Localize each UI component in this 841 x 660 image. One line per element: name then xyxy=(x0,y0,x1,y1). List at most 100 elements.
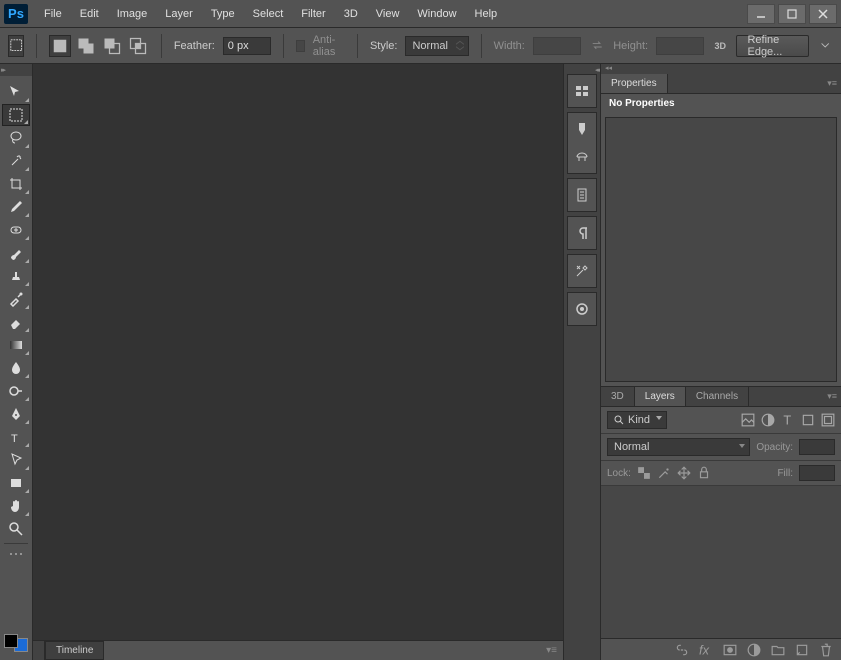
blur-tool[interactable] xyxy=(2,357,30,379)
filter-pixel-icon[interactable] xyxy=(741,413,755,427)
adjustment-layer-icon[interactable] xyxy=(747,643,761,657)
filter-shape-icon[interactable] xyxy=(801,413,815,427)
menu-layer[interactable]: Layer xyxy=(157,4,201,24)
3d-icon[interactable]: 3D xyxy=(712,35,728,57)
lock-position-icon[interactable] xyxy=(677,466,691,480)
layers-menu-icon[interactable]: ▾≡ xyxy=(827,391,837,402)
menu-view[interactable]: View xyxy=(368,4,408,24)
hand-tool[interactable] xyxy=(2,495,30,517)
brush-panel-icon[interactable] xyxy=(568,115,596,143)
timeline-collapse[interactable] xyxy=(33,641,45,660)
fill-input[interactable] xyxy=(799,465,835,481)
height-label: Height: xyxy=(613,40,648,52)
sel-intersect-icon[interactable] xyxy=(127,35,149,57)
opacity-input[interactable] xyxy=(799,439,835,455)
properties-menu-icon[interactable]: ▾≡ xyxy=(827,78,837,89)
path-selection-tool[interactable] xyxy=(2,449,30,471)
main-menu: File Edit Image Layer Type Select Filter… xyxy=(36,4,744,24)
layers-tab[interactable]: Layers xyxy=(635,387,686,406)
layers-list[interactable] xyxy=(601,486,841,638)
style-select[interactable]: Normal xyxy=(405,36,468,56)
menu-edit[interactable]: Edit xyxy=(72,4,107,24)
search-icon xyxy=(614,415,624,425)
paragraph-panel-icon[interactable] xyxy=(568,219,596,247)
filter-type-icon[interactable]: T xyxy=(781,413,795,427)
history-panel-icon[interactable] xyxy=(568,77,596,105)
menu-filter[interactable]: Filter xyxy=(293,4,333,24)
feather-label: Feather: xyxy=(174,40,215,52)
menu-help[interactable]: Help xyxy=(467,4,506,24)
lock-image-icon[interactable] xyxy=(657,466,671,480)
type-tool[interactable]: T xyxy=(2,426,30,448)
new-group-icon[interactable] xyxy=(771,643,785,657)
antialias-label: Anti-alias xyxy=(313,34,346,58)
crop-tool[interactable] xyxy=(2,173,30,195)
brush-presets-panel-icon[interactable] xyxy=(568,143,596,171)
libraries-panel-icon[interactable] xyxy=(568,295,596,323)
delete-layer-icon[interactable] xyxy=(819,643,833,657)
new-layer-icon[interactable] xyxy=(795,643,809,657)
menu-3d[interactable]: 3D xyxy=(336,4,366,24)
3d-tab[interactable]: 3D xyxy=(601,387,635,406)
minimize-button[interactable] xyxy=(747,4,775,24)
move-tool[interactable] xyxy=(2,81,30,103)
layers-panel: 3D Layers Channels ▾≡ Kind T xyxy=(601,387,841,660)
zoom-tool[interactable] xyxy=(2,518,30,540)
window-controls xyxy=(744,4,837,24)
clone-stamp-tool[interactable] xyxy=(2,265,30,287)
height-input xyxy=(656,37,704,55)
rectangle-tool[interactable] xyxy=(2,472,30,494)
eraser-tool[interactable] xyxy=(2,311,30,333)
toolbar-collapse[interactable] xyxy=(0,64,33,76)
current-tool-preset[interactable] xyxy=(8,35,24,57)
channels-tab[interactable]: Channels xyxy=(686,387,749,406)
refine-edge-label: Refine Edge... xyxy=(747,34,797,58)
menu-select[interactable]: Select xyxy=(245,4,292,24)
menu-file[interactable]: File xyxy=(36,4,70,24)
brush-tool[interactable] xyxy=(2,242,30,264)
blend-mode-select[interactable]: Normal xyxy=(607,438,750,456)
layer-fx-icon[interactable]: fx xyxy=(699,643,713,657)
lock-row: Lock: Fill: xyxy=(601,461,841,486)
marquee-tool[interactable] xyxy=(2,104,30,126)
timeline-menu-icon[interactable]: ▾≡ xyxy=(546,645,557,656)
lasso-tool[interactable] xyxy=(2,127,30,149)
foreground-color[interactable] xyxy=(4,634,18,648)
menu-image[interactable]: Image xyxy=(109,4,156,24)
filter-kind-select[interactable]: Kind xyxy=(607,411,667,429)
close-button[interactable] xyxy=(809,4,837,24)
properties-panel: Properties ▾≡ No Properties xyxy=(601,74,841,387)
properties-empty-label: No Properties xyxy=(601,94,841,113)
edit-toolbar-icon[interactable] xyxy=(2,547,30,561)
refine-edge-button[interactable]: Refine Edge... xyxy=(736,35,808,57)
lock-transparency-icon[interactable] xyxy=(637,466,651,480)
timeline-tab[interactable]: Timeline xyxy=(45,641,104,660)
menu-type[interactable]: Type xyxy=(203,4,243,24)
add-mask-icon[interactable] xyxy=(723,643,737,657)
sel-add-icon[interactable] xyxy=(75,35,97,57)
maximize-button[interactable] xyxy=(778,4,806,24)
properties-tab[interactable]: Properties xyxy=(601,74,668,93)
canvas[interactable] xyxy=(33,64,563,640)
history-brush-tool[interactable] xyxy=(2,288,30,310)
link-layers-icon[interactable] xyxy=(675,643,689,657)
sel-subtract-icon[interactable] xyxy=(101,35,123,57)
sel-new-icon[interactable] xyxy=(49,35,71,57)
eyedropper-tool[interactable] xyxy=(2,196,30,218)
gradient-tool[interactable] xyxy=(2,334,30,356)
character-panel-icon[interactable] xyxy=(568,181,596,209)
filter-adjust-icon[interactable] xyxy=(761,413,775,427)
magic-wand-tool[interactable] xyxy=(2,150,30,172)
tools-presets-panel-icon[interactable] xyxy=(568,257,596,285)
feather-input[interactable] xyxy=(223,37,271,55)
healing-brush-tool[interactable] xyxy=(2,219,30,241)
right-panel-collapse[interactable]: ◂◂ xyxy=(601,64,841,74)
menu-window[interactable]: Window xyxy=(409,4,464,24)
pen-tool[interactable] xyxy=(2,403,30,425)
dodge-tool[interactable] xyxy=(2,380,30,402)
collapsed-panels-strip xyxy=(563,64,601,660)
filter-smart-icon[interactable] xyxy=(821,413,835,427)
lock-all-icon[interactable] xyxy=(697,466,711,480)
options-flyout-icon[interactable] xyxy=(817,35,833,57)
color-swatches[interactable] xyxy=(4,634,28,652)
